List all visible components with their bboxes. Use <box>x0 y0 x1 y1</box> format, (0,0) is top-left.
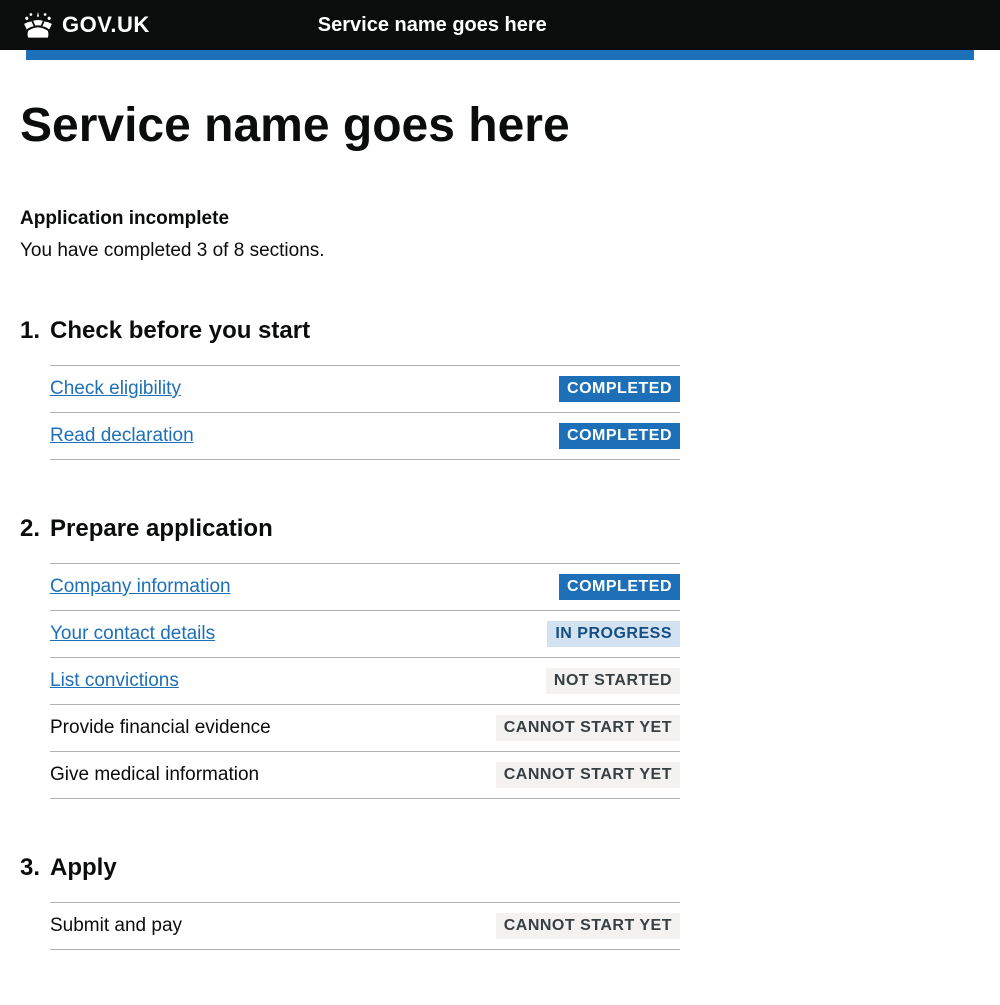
task-link-read-declaration[interactable]: Read declaration <box>50 425 194 447</box>
task-link-check-eligibility[interactable]: Check eligibility <box>50 378 181 400</box>
task-row: Company information COMPLETED <box>50 564 680 611</box>
section-2: Prepare application Company information … <box>20 515 680 799</box>
task-row: List convictions NOT STARTED <box>50 658 680 705</box>
task-row: Submit and pay CANNOT START YET <box>50 903 680 950</box>
status-badge: CANNOT START YET <box>496 913 680 939</box>
blue-bar <box>26 50 974 60</box>
status-badge: COMPLETED <box>559 376 680 402</box>
task-list: Check eligibility COMPLETED Read declara… <box>50 365 680 460</box>
status-badge: COMPLETED <box>559 423 680 449</box>
task-row: Provide financial evidence CANNOT START … <box>50 705 680 752</box>
section-1: Check before you start Check eligibility… <box>20 317 680 460</box>
task-row: Give medical information CANNOT START YE… <box>50 752 680 799</box>
govuk-logo-link[interactable]: GOV.UK <box>20 10 150 40</box>
section-title: Apply <box>20 854 680 882</box>
task-row: Your contact details IN PROGRESS <box>50 611 680 658</box>
crown-icon <box>20 10 56 40</box>
task-link-list-convictions[interactable]: List convictions <box>50 670 179 692</box>
task-list: Company information COMPLETED Your conta… <box>50 563 680 799</box>
header: GOV.UK Service name goes here <box>0 0 1000 50</box>
task-list: Submit and pay CANNOT START YET <box>50 902 680 950</box>
status-badge: COMPLETED <box>559 574 680 600</box>
task-text-financial-evidence: Provide financial evidence <box>50 717 271 739</box>
task-text-submit-pay: Submit and pay <box>50 915 182 937</box>
task-link-company-information[interactable]: Company information <box>50 576 231 598</box>
status-text: You have completed 3 of 8 sections. <box>20 240 940 262</box>
sections-list: Check before you start Check eligibility… <box>20 317 680 950</box>
section-title: Prepare application <box>20 515 680 543</box>
task-link-contact-details[interactable]: Your contact details <box>50 623 215 645</box>
task-row: Read declaration COMPLETED <box>50 413 680 460</box>
status-heading: Application incomplete <box>20 208 940 230</box>
service-name-link[interactable]: Service name goes here <box>318 14 547 37</box>
task-row: Check eligibility COMPLETED <box>50 366 680 413</box>
status-badge: NOT STARTED <box>546 668 680 694</box>
govuk-logo-text: GOV.UK <box>62 12 150 38</box>
task-text-medical-information: Give medical information <box>50 764 259 786</box>
page-title: Service name goes here <box>20 100 940 153</box>
status-badge: IN PROGRESS <box>547 621 680 647</box>
main-content: Service name goes here Application incom… <box>0 100 960 950</box>
section-title: Check before you start <box>20 317 680 345</box>
status-badge: CANNOT START YET <box>496 762 680 788</box>
status-badge: CANNOT START YET <box>496 715 680 741</box>
section-3: Apply Submit and pay CANNOT START YET <box>20 854 680 950</box>
